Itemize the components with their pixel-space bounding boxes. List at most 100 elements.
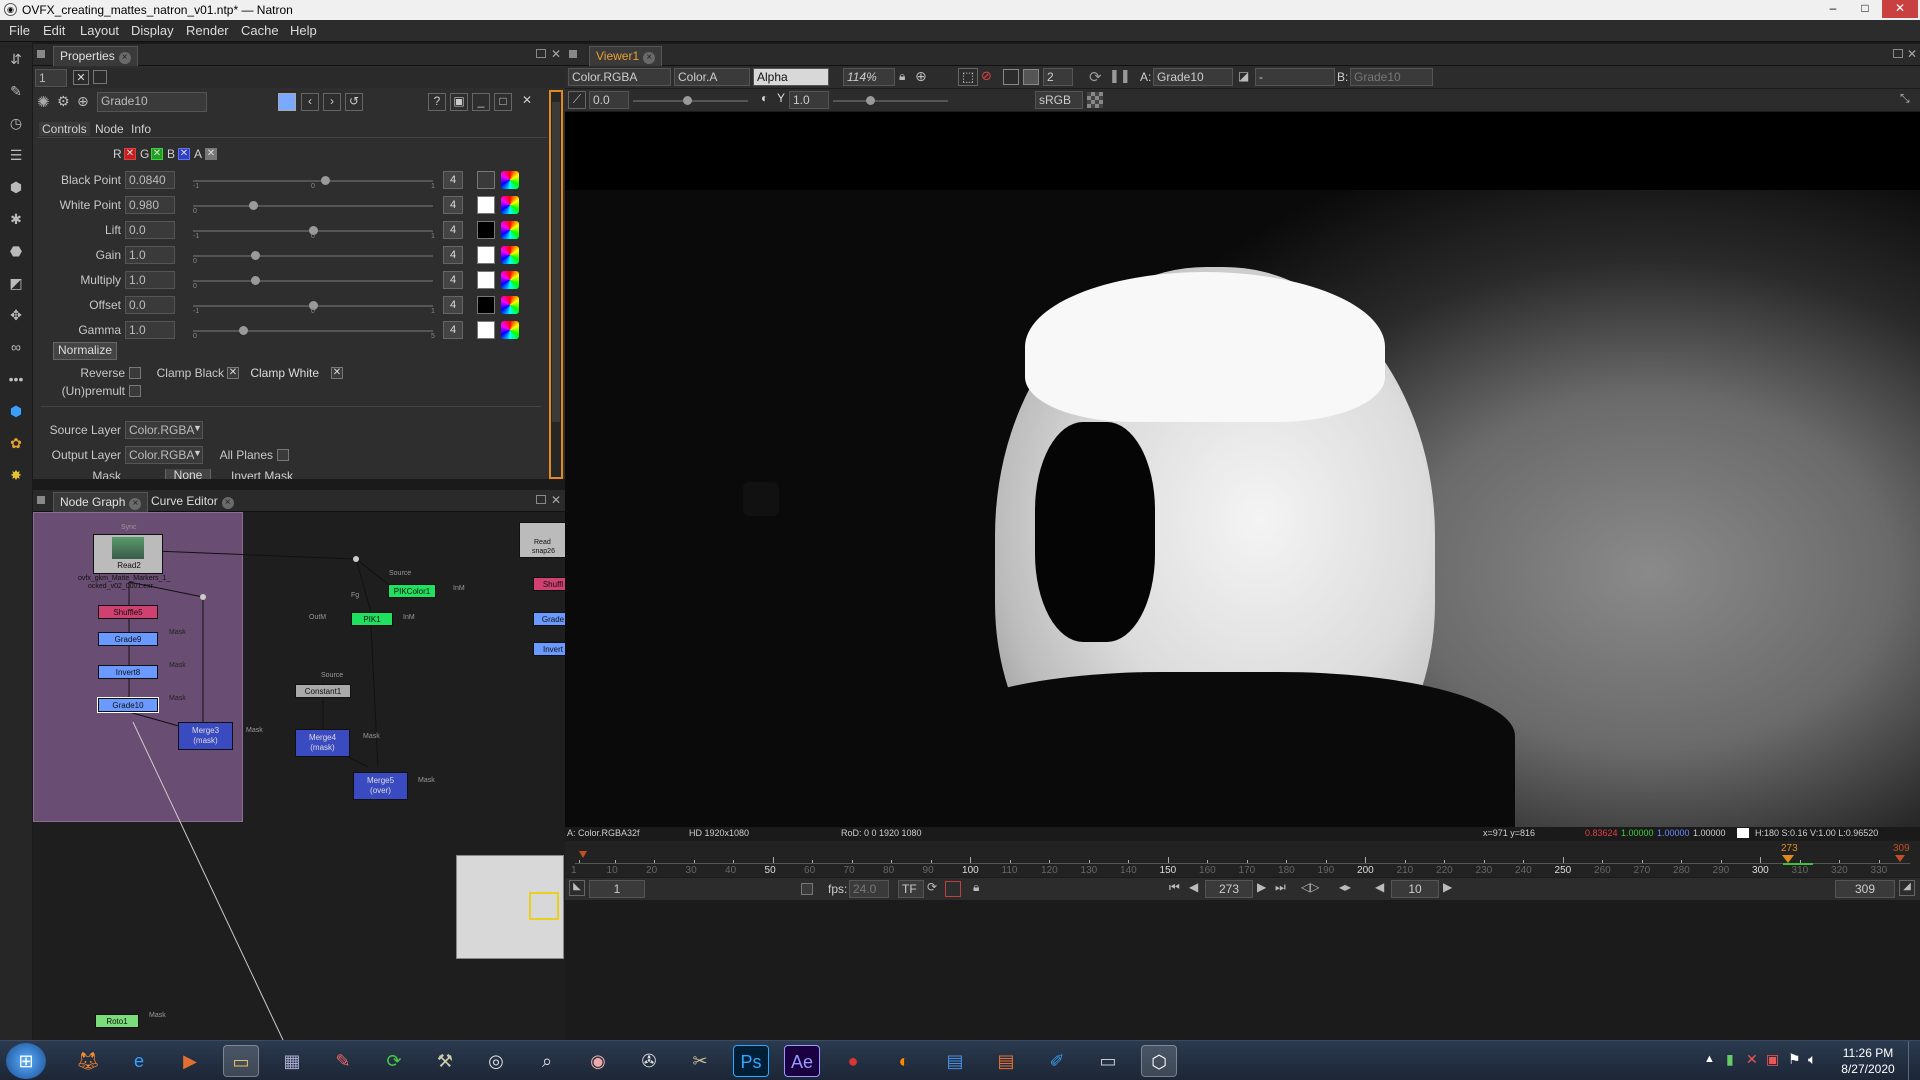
merge3-node[interactable]: Merge3 (mask)	[178, 722, 233, 750]
layer-select[interactable]: Color.RGBA	[568, 68, 671, 86]
gain-slider-knob[interactable]	[683, 96, 692, 105]
properties-scrollbar[interactable]	[549, 90, 563, 479]
lock-range-icon[interactable]: 🔒︎	[973, 880, 979, 895]
pikcolor1-node[interactable]: PIKColor1	[388, 584, 436, 598]
scrollbar-thumb[interactable]	[552, 102, 560, 422]
menu-edit[interactable]: Edit	[43, 23, 65, 38]
draw-icon[interactable]: ✐	[1039, 1045, 1075, 1077]
param-value-field[interactable]: 0.0	[125, 221, 175, 239]
unpremult-checkbox[interactable]	[129, 385, 141, 397]
tab-info[interactable]: Info	[131, 122, 151, 136]
gain-slider[interactable]	[633, 96, 748, 105]
doc-icon[interactable]: ▤	[937, 1045, 973, 1077]
float-panel-icon[interactable]	[1893, 49, 1903, 58]
color-tools-icon[interactable]: ⬢	[5, 176, 27, 198]
param-color-wheel-icon[interactable]	[501, 221, 519, 239]
frame-increment-field[interactable]: 10	[1391, 880, 1439, 898]
extra-tools-icon[interactable]: ✸	[5, 464, 27, 486]
menu-render[interactable]: Render	[186, 23, 229, 38]
settings-icon[interactable]: ⚙	[57, 93, 70, 110]
menu-display[interactable]: Display	[131, 23, 174, 38]
node-graph-canvas[interactable]: Read2 Sync ovfx_gkm_Matte_Markers_1_ ock…	[33, 512, 565, 1040]
pik1-node[interactable]: PIK1	[351, 612, 393, 626]
proxy-level-select[interactable]: 2	[1043, 68, 1073, 86]
fullframe-icon[interactable]	[1003, 69, 1019, 85]
fps-lock-checkbox[interactable]	[801, 883, 813, 895]
current-frame-marker[interactable]	[1782, 855, 1794, 863]
param-slider[interactable]	[193, 326, 433, 335]
channel-tools-icon[interactable]: ☰	[5, 144, 27, 166]
clamp-white-checkbox[interactable]: ✕	[331, 367, 343, 379]
float-panel-icon[interactable]	[536, 495, 546, 504]
invert8-node[interactable]: Invert8	[98, 665, 158, 679]
alpha-channel-select[interactable]: Color.A	[674, 68, 750, 86]
auto-contrast-icon[interactable]: ◐	[761, 91, 768, 105]
param-color-swatch[interactable]	[477, 296, 495, 314]
firefox-icon[interactable]: 🦊︎	[70, 1045, 106, 1077]
panel-menu-icon[interactable]	[37, 50, 45, 58]
set-in-point-icon[interactable]: ◣	[569, 880, 585, 896]
param-color-wheel-icon[interactable]	[501, 246, 519, 264]
filter-tools-icon[interactable]: ✱	[5, 208, 27, 230]
all-planes-checkbox[interactable]	[277, 449, 289, 461]
param-value-field[interactable]: 1.0	[125, 271, 175, 289]
read-right-node[interactable]: Read snap26	[519, 522, 565, 558]
calc-icon[interactable]: ▦	[274, 1045, 310, 1077]
panel-menu-icon[interactable]	[37, 496, 45, 504]
search-icon[interactable]: ⌕	[529, 1045, 565, 1077]
folder-icon[interactable]: ▭	[223, 1045, 259, 1077]
transform-tools-icon[interactable]: ✥	[5, 304, 27, 326]
param-color-wheel-icon[interactable]	[501, 171, 519, 189]
current-frame-field[interactable]: 273	[1205, 880, 1253, 898]
render-range-icon[interactable]	[945, 881, 961, 897]
tab-node-graph[interactable]: Node Graph ×	[53, 492, 149, 512]
pause-icon[interactable]: ❚❚	[1109, 68, 1131, 84]
refresh-viewer-icon[interactable]	[1023, 69, 1039, 85]
close-tab-icon[interactable]: ×	[118, 52, 131, 64]
wipe-icon[interactable]: ◪	[1238, 69, 1249, 83]
param-slider[interactable]	[193, 226, 433, 235]
render-icon[interactable]: ⟳	[1089, 68, 1102, 86]
gain-toggle-icon[interactable]: ⟋	[568, 91, 586, 109]
restore-defaults-icon[interactable]: ↺	[345, 93, 363, 111]
timeline[interactable]: 273 309 1 10 20 30 40 50 60 70 80 90 100 110 120 130 1…	[565, 841, 1920, 877]
channel-b-checkbox[interactable]: ✕	[178, 148, 190, 160]
close-node-icon[interactable]: ✕	[518, 93, 536, 111]
param-value-field[interactable]: 0.980	[125, 196, 175, 214]
tab-node[interactable]: Node	[95, 122, 124, 136]
node-name-field[interactable]: Grade10	[97, 92, 207, 112]
param-color-swatch[interactable]	[477, 196, 495, 214]
volume-tray-icon[interactable]: 🔈︎	[1808, 1051, 1816, 1068]
security-tray-icon[interactable]: ✕	[1746, 1051, 1758, 1068]
tab-curve-editor[interactable]: Curve Editor ×	[145, 492, 240, 511]
center-node-icon[interactable]: ⊕	[77, 93, 89, 110]
show-desktop-button[interactable]	[1908, 1041, 1920, 1080]
prev-frame-button[interactable]: ◀	[1189, 880, 1198, 894]
resolve-icon[interactable]: ◉	[580, 1045, 616, 1077]
param-dimension-button[interactable]: 4	[443, 296, 463, 314]
clear-panels-button[interactable]: ✕	[73, 70, 89, 85]
param-color-wheel-icon[interactable]	[501, 296, 519, 314]
other-tools-icon[interactable]: •••	[5, 368, 27, 390]
close-panel-icon[interactable]: ✕	[551, 493, 561, 507]
grade10-node[interactable]: Grade10	[97, 697, 159, 713]
param-color-swatch[interactable]	[477, 221, 495, 239]
roi-icon[interactable]: ⊘	[981, 68, 992, 84]
obs-icon[interactable]: ◎	[478, 1045, 514, 1077]
constant1-node[interactable]: Constant1	[295, 684, 351, 698]
gmic-tools-icon[interactable]: ⬢	[5, 400, 27, 422]
grade9-node[interactable]: Grade9	[98, 632, 158, 646]
param-slider-knob[interactable]	[249, 201, 258, 210]
blender-icon[interactable]: ◐	[886, 1045, 922, 1077]
first-frame-button[interactable]: ⏮	[1169, 880, 1180, 895]
last-frame-button[interactable]: ⏭	[1275, 880, 1286, 895]
param-slider-knob[interactable]	[321, 176, 330, 185]
display-channels-select[interactable]: Alpha	[753, 68, 829, 86]
merge-tools-icon[interactable]: ◩	[5, 272, 27, 294]
reverse-checkbox[interactable]	[129, 367, 141, 379]
out-point-marker[interactable]	[1895, 855, 1905, 862]
show-hidden-icons[interactable]: ▲	[1704, 1053, 1715, 1065]
film-icon[interactable]: ✇	[631, 1045, 667, 1077]
media-icon[interactable]: ▶	[172, 1045, 208, 1077]
clamp-black-checkbox[interactable]: ✕	[227, 367, 239, 379]
